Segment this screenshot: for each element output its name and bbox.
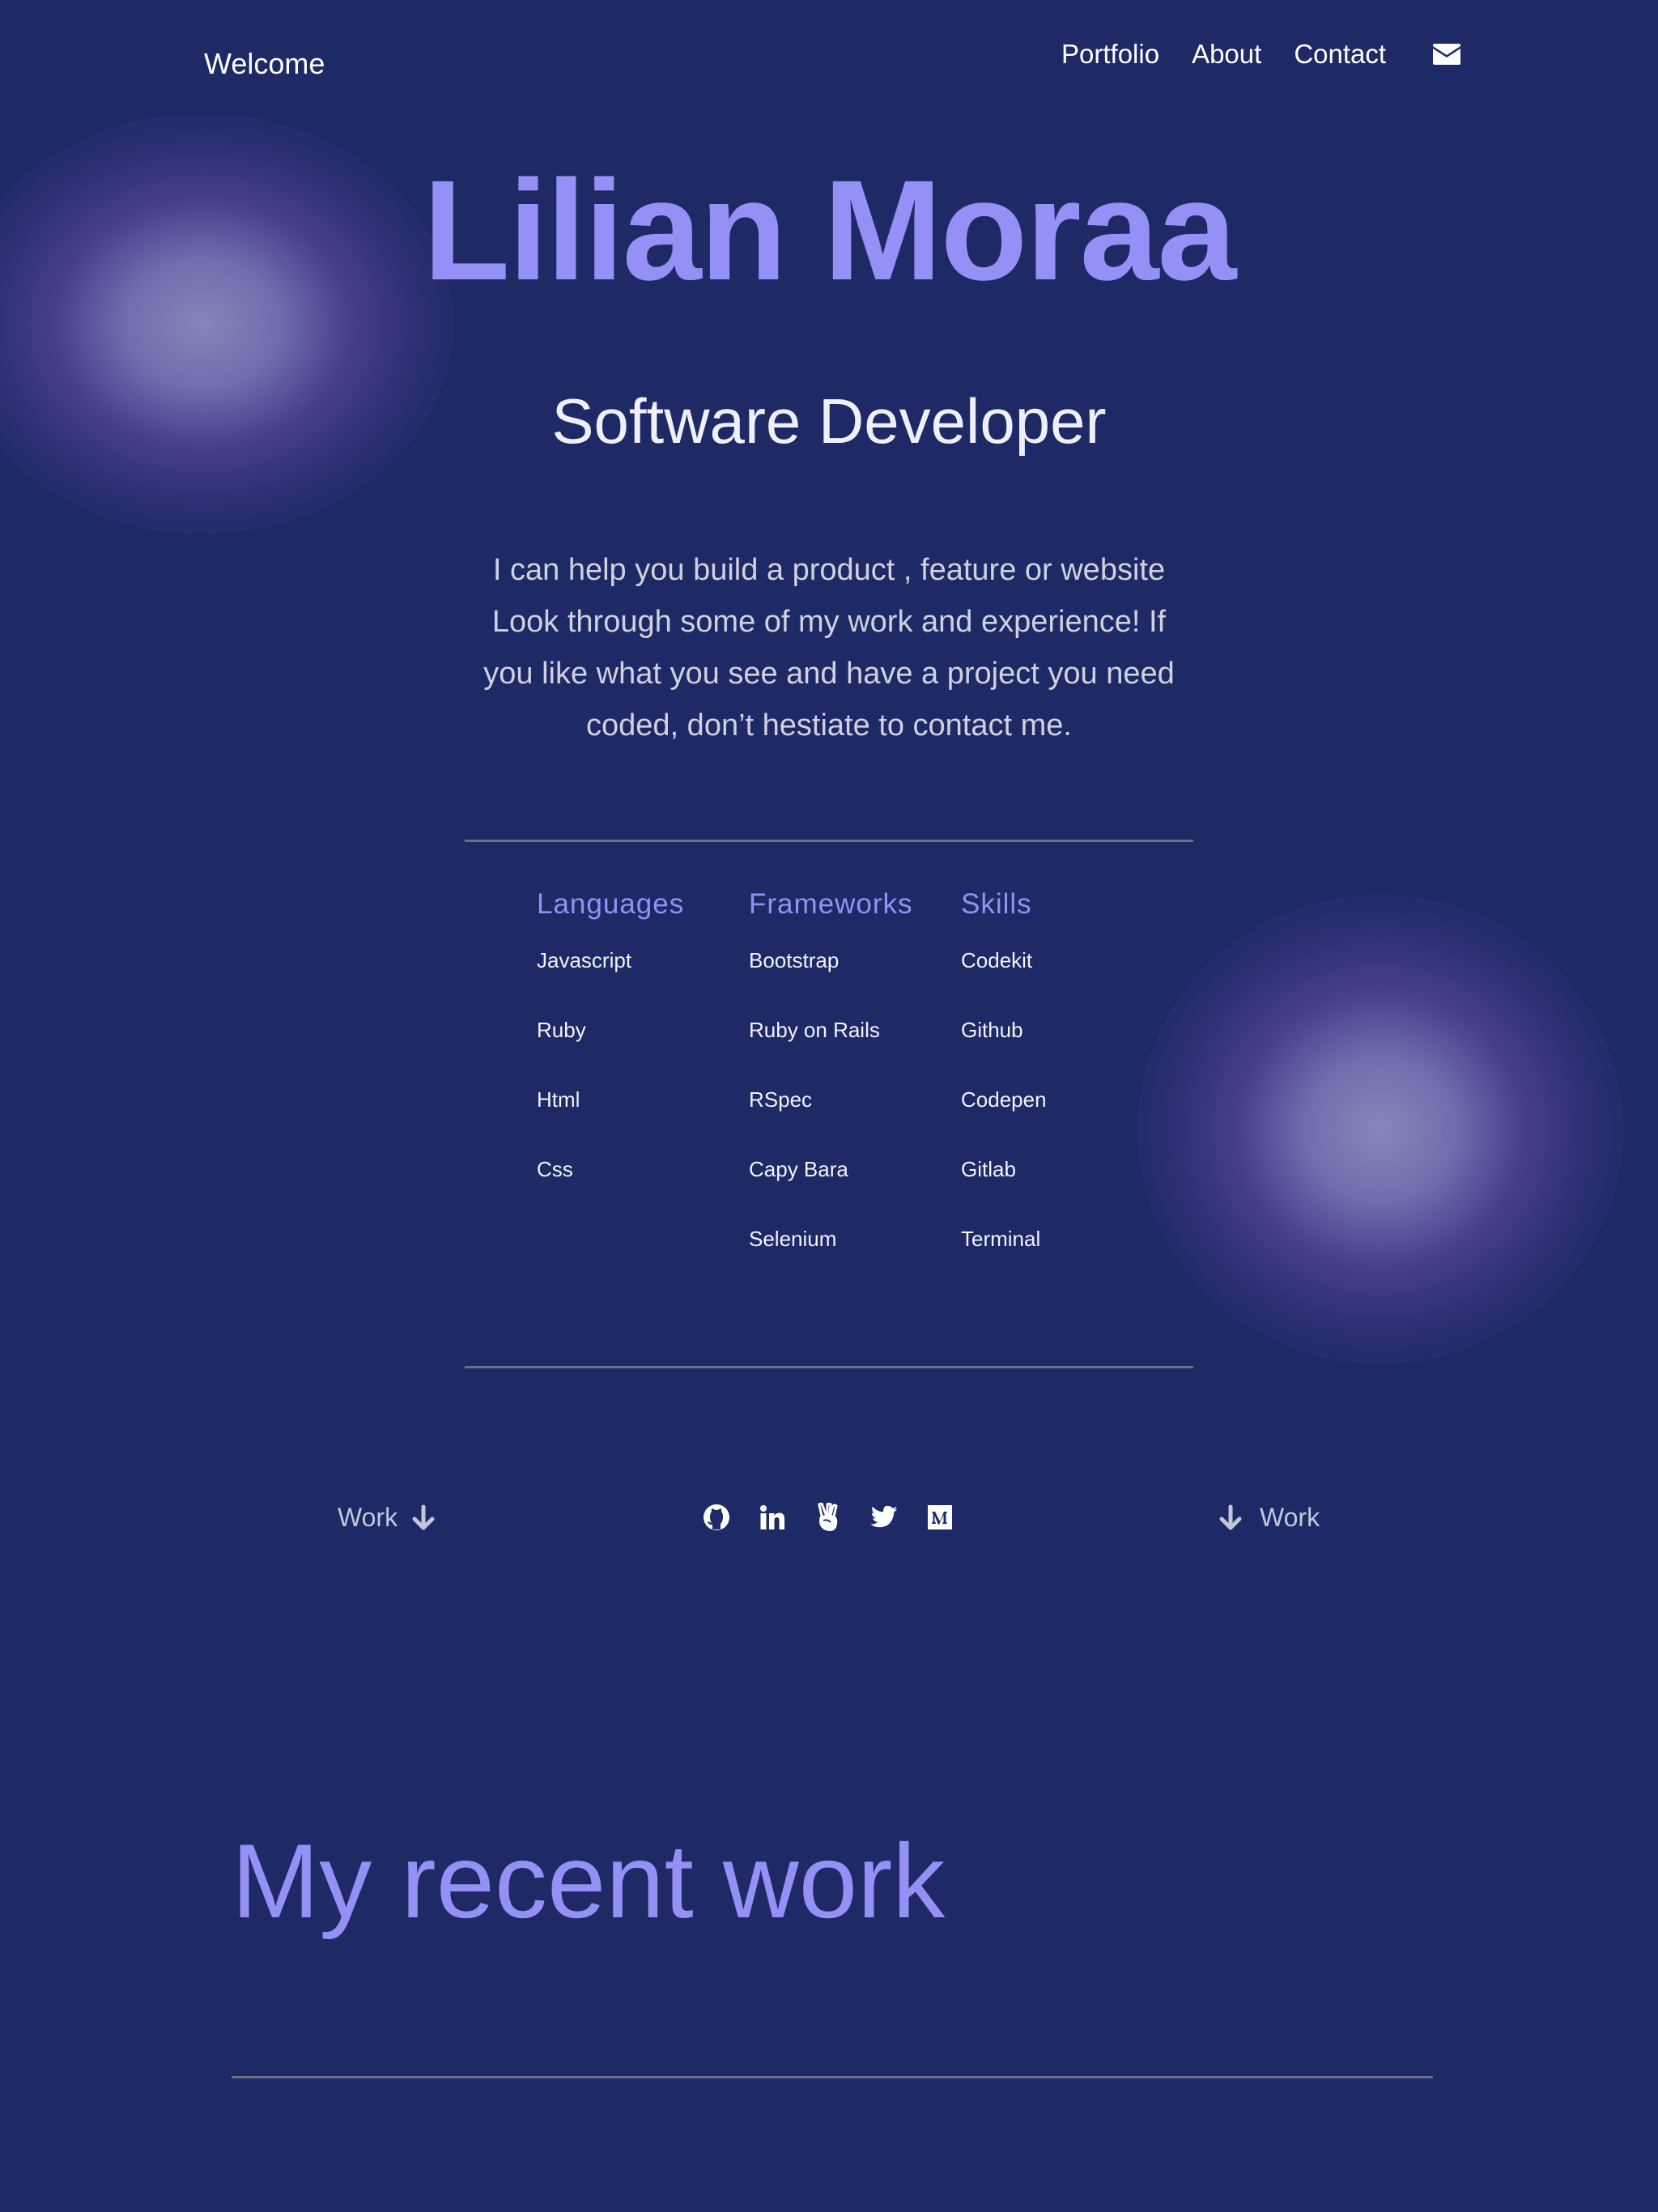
- language-item: Html: [537, 1087, 580, 1112]
- skill-item: Codekit: [961, 948, 1033, 972]
- divider-bottom: [465, 1366, 1193, 1368]
- linkedin-icon[interactable]: [759, 1504, 786, 1531]
- social-links: [703, 1503, 982, 1531]
- hero-name: Lilian Moraa: [423, 151, 1237, 310]
- hero-description: I can help you build a product , feature…: [483, 553, 1175, 742]
- skill-item: Codepen: [961, 1087, 1047, 1112]
- recent-work-divider: [232, 2076, 1433, 2078]
- twitter-icon[interactable]: [870, 1504, 898, 1531]
- nav-contact[interactable]: Contact: [1294, 39, 1386, 70]
- framework-item: RSpec: [749, 1087, 813, 1112]
- frameworks-column: Frameworks Bootstrap Ruby on Rails RSpec…: [749, 884, 951, 1294]
- languages-heading: Languages: [537, 888, 685, 920]
- skills-column: Skills Codekit Github Codepen Gitlab Ter…: [961, 884, 1163, 1294]
- skill-item: Terminal: [961, 1227, 1041, 1251]
- work-link-left[interactable]: Work: [338, 1503, 435, 1533]
- framework-item: Capy Bara: [749, 1157, 848, 1181]
- frameworks-heading: Frameworks: [749, 888, 913, 920]
- brand-link[interactable]: Welcome: [204, 47, 325, 81]
- language-item: Css: [537, 1157, 573, 1181]
- envelope-icon[interactable]: [1433, 44, 1461, 65]
- language-item: Ruby: [537, 1018, 586, 1042]
- hero-role: Software Developer: [551, 385, 1107, 457]
- page: Welcome Portfolio About Contact Lilian M…: [0, 0, 1658, 2212]
- arrow-down-icon: [1219, 1504, 1242, 1532]
- framework-item: Selenium: [749, 1227, 837, 1251]
- angellist-icon[interactable]: [814, 1503, 842, 1531]
- nav-portfolio[interactable]: Portfolio: [1061, 39, 1159, 70]
- framework-item: Bootstrap: [749, 948, 840, 972]
- skills-heading: Skills: [961, 888, 1032, 920]
- main-nav: Portfolio About Contact: [1061, 39, 1461, 70]
- work-link-right[interactable]: Work: [1219, 1503, 1320, 1533]
- medium-icon[interactable]: [926, 1504, 954, 1531]
- skill-item: Gitlab: [961, 1157, 1016, 1181]
- background-glow-right: [1137, 895, 1623, 1364]
- nav-about[interactable]: About: [1192, 39, 1261, 70]
- framework-item: Ruby on Rails: [749, 1018, 880, 1042]
- github-icon[interactable]: [703, 1504, 730, 1531]
- language-item: Javascript: [537, 948, 632, 972]
- work-link-label: Work: [1260, 1503, 1320, 1532]
- languages-column: Languages Javascript Ruby Html Css: [537, 884, 739, 1224]
- divider-top: [465, 840, 1193, 842]
- work-link-label: Work: [338, 1503, 398, 1532]
- skill-item: Github: [961, 1018, 1023, 1042]
- recent-work-title: My recent work: [232, 1822, 946, 1940]
- arrow-down-icon: [412, 1504, 435, 1532]
